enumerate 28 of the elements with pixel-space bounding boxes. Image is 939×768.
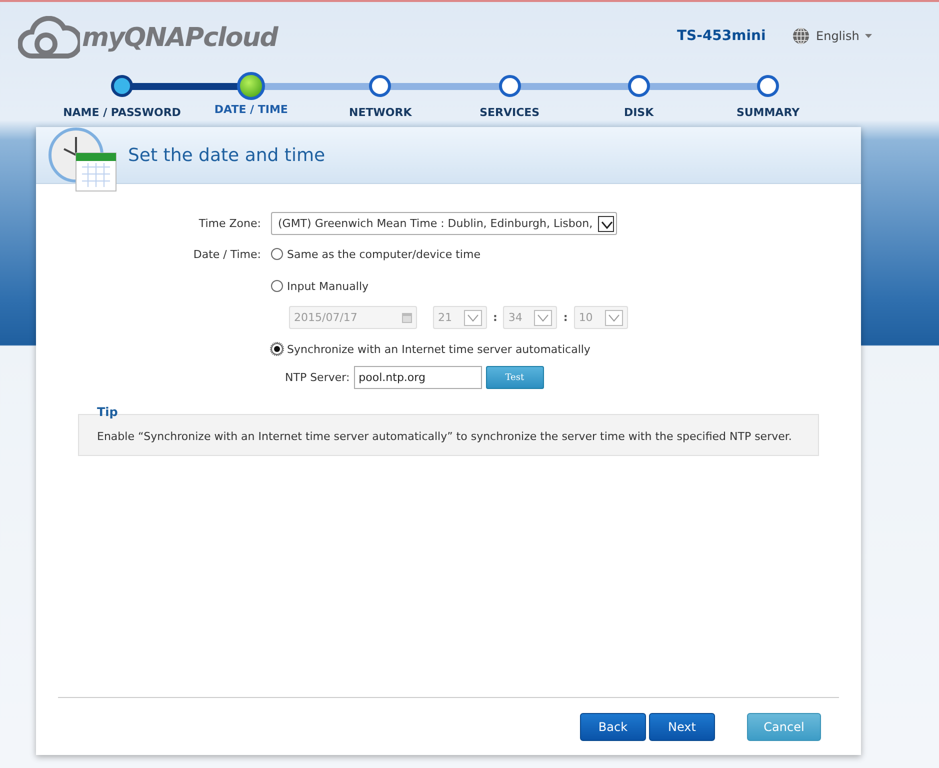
time-zone-dropdown[interactable]: (GMT) Greenwich Mean Time : Dublin, Edinburgh, Lisbon, bbox=[271, 212, 617, 235]
ntp-server-field[interactable]: pool.ntp.org bbox=[354, 366, 482, 389]
language-selector[interactable]: English bbox=[792, 27, 872, 45]
tip-title: Tip bbox=[97, 405, 118, 419]
field-label: NTP Server: bbox=[285, 371, 350, 384]
calendar-icon bbox=[402, 312, 412, 322]
tip-text: Enable “Synchronize with an Internet time server automatically” to synchronize the server time with the specified NTP server. bbox=[97, 430, 792, 443]
step-label[interactable]: SERVICES bbox=[480, 106, 540, 119]
step-label[interactable]: DATE / TIME bbox=[214, 103, 288, 116]
time-separator: : bbox=[493, 311, 498, 324]
field-label: Time Zone: bbox=[198, 217, 261, 230]
radio-option[interactable]: Input Manually bbox=[271, 280, 369, 292]
wizard-button[interactable]: Next bbox=[649, 713, 715, 741]
step-label[interactable]: SUMMARY bbox=[736, 106, 800, 119]
step-label[interactable]: NAME / PASSWORD bbox=[63, 106, 181, 119]
caret-icon bbox=[865, 34, 872, 38]
radio-option[interactable]: Same as the computer/device time bbox=[271, 248, 480, 260]
globe-icon bbox=[792, 27, 810, 45]
wizard-button[interactable]: Back bbox=[580, 713, 646, 741]
step-label[interactable]: NETWORK bbox=[349, 106, 412, 119]
logo-text: myQNAPcloud bbox=[82, 23, 278, 53]
panel-title: Set the date and time bbox=[128, 144, 326, 166]
cloud-logo-icon bbox=[18, 16, 80, 60]
step-label[interactable]: DISK bbox=[624, 106, 654, 119]
device-name: TS-453mini bbox=[677, 28, 766, 44]
time-separator: : bbox=[563, 311, 568, 324]
radio-option[interactable]: Synchronize with an Internet time server automatically bbox=[271, 342, 590, 356]
field-label: Date / Time: bbox=[192, 248, 261, 260]
